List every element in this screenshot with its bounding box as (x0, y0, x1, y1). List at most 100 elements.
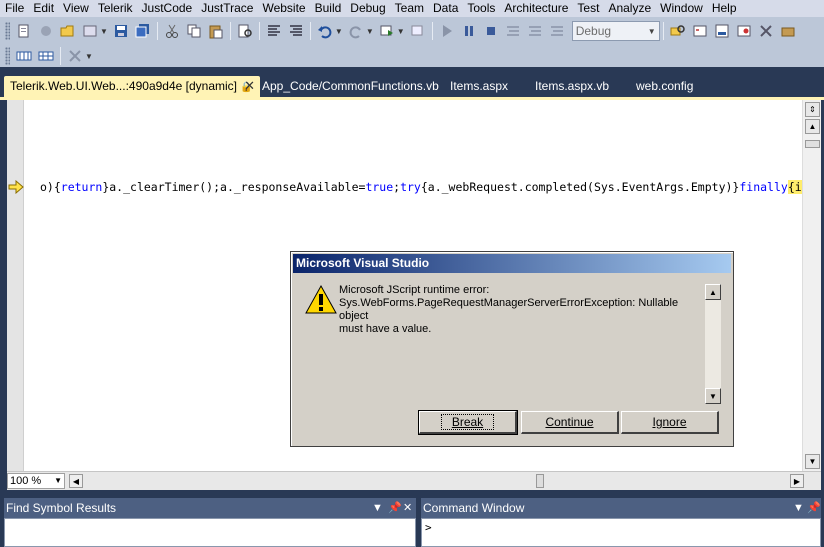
scroll-left-icon[interactable]: ◀ (69, 474, 83, 488)
current-statement-arrow-icon (8, 180, 24, 194)
scroll-right-icon[interactable]: ▶ (790, 474, 804, 488)
navigate-backward-icon[interactable] (377, 21, 397, 41)
menu-item-justtrace[interactable]: JustTrace (196, 0, 257, 17)
save-all-icon[interactable] (133, 21, 153, 41)
close-icon[interactable]: ✕ (403, 498, 412, 518)
redo-icon[interactable] (346, 21, 366, 41)
save-icon[interactable] (111, 21, 131, 41)
tab-items-aspx[interactable]: Items.aspx (444, 76, 514, 97)
break-all-icon[interactable] (459, 21, 479, 41)
chevron-down-icon[interactable]: ▼ (397, 27, 405, 36)
pin-icon[interactable]: 📌 (388, 498, 402, 518)
menu-item-window[interactable]: Window (655, 0, 707, 17)
menu-item-test[interactable]: Test (572, 0, 603, 17)
grid-icon[interactable] (36, 46, 56, 66)
configuration-value: Debug (575, 24, 612, 38)
properties-icon[interactable] (712, 21, 732, 41)
chevron-down-icon[interactable]: ▼ (85, 52, 93, 61)
find-symbol-results-body[interactable] (4, 518, 416, 547)
menu-item-data[interactable]: Data (428, 0, 462, 17)
break-button[interactable]: Break (418, 410, 518, 435)
scroll-up-icon[interactable]: ▲ (805, 119, 820, 134)
toolbar-separator (662, 22, 664, 40)
toolbox-icon[interactable] (756, 21, 776, 41)
comment-icon[interactable] (264, 21, 284, 41)
code-line[interactable]: o){return}a._clearTimer();a._responseAva… (40, 180, 802, 194)
stop-icon[interactable] (481, 21, 501, 41)
open-file-icon[interactable] (58, 21, 78, 41)
menu-item-team[interactable]: Team (390, 0, 428, 17)
menu-item-analyze[interactable]: Analyze (603, 0, 655, 17)
find-icon[interactable] (668, 21, 688, 41)
copy-icon[interactable] (184, 21, 204, 41)
find-in-files-icon[interactable] (235, 21, 255, 41)
menu-item-debug[interactable]: Debug (345, 0, 389, 17)
close-icon[interactable]: ✕ (244, 76, 255, 96)
scroll-up-icon[interactable]: ▲ (705, 284, 721, 300)
menu-item-telerik[interactable]: Telerik (93, 0, 137, 17)
new-project-icon[interactable] (14, 21, 34, 41)
ignore-button[interactable]: Ignore (621, 411, 719, 434)
toolbar-grip[interactable] (5, 22, 10, 40)
menu-item-view[interactable]: View (58, 0, 93, 17)
step-into-icon[interactable] (503, 21, 523, 41)
editor-vertical-scrollbar[interactable]: ⇕ ▲ ▼ (802, 100, 821, 471)
standard-toolbar: ▼ ▼ ▼ ▼ Debug ▼ (0, 17, 824, 45)
menu-item-build[interactable]: Build (310, 0, 346, 17)
continue-button[interactable]: Continue (521, 411, 619, 434)
chevron-down-icon[interactable]: ▼ (793, 498, 804, 518)
message-line: Microsoft JScript runtime error: (339, 284, 490, 296)
tab-web-config[interactable]: web.config (630, 76, 699, 97)
command-window-body[interactable]: > (421, 518, 821, 547)
menu-item-website[interactable]: Website (257, 0, 309, 17)
menu-item-file[interactable]: File (0, 0, 28, 17)
tab-items-aspx-vb[interactable]: Items.aspx.vb (529, 76, 615, 97)
layout-icon[interactable] (14, 46, 34, 66)
step-out-icon[interactable] (547, 21, 567, 41)
add-item-icon[interactable] (36, 21, 56, 41)
menu-item-tools[interactable]: Tools (462, 0, 499, 17)
uncomment-icon[interactable] (286, 21, 306, 41)
scroll-down-icon[interactable]: ▼ (805, 454, 820, 469)
object-browser-icon[interactable] (734, 21, 754, 41)
solution-icon[interactable] (80, 21, 100, 41)
continue-icon[interactable] (437, 21, 457, 41)
menu-item-architecture[interactable]: Architecture (499, 0, 572, 17)
chevron-down-icon[interactable]: ▼ (100, 27, 108, 36)
menu-item-edit[interactable]: Edit (28, 0, 58, 17)
message-scrollbar[interactable]: ▲ ▼ (705, 284, 721, 404)
chevron-down-icon[interactable]: ▼ (366, 27, 374, 36)
tools-icon[interactable] (65, 46, 85, 66)
scroll-thumb[interactable] (805, 140, 820, 148)
scroll-down-icon[interactable]: ▼ (705, 388, 721, 404)
navigate-forward-icon[interactable] (408, 21, 428, 41)
solution-configuration-select[interactable]: Debug ▼ (571, 21, 660, 41)
tab-common-functions[interactable]: App_Code/CommonFunctions.vb (256, 76, 445, 97)
toolbar-grip[interactable] (5, 47, 10, 65)
extension-manager-icon[interactable] (778, 21, 798, 41)
split-handle-icon[interactable]: ⇕ (805, 102, 820, 117)
horizontal-scroll-thumb[interactable] (536, 474, 544, 488)
chevron-down-icon[interactable]: ▼ (372, 498, 383, 518)
tab-label: App_Code/CommonFunctions.vb (262, 79, 439, 93)
chevron-down-icon[interactable]: ▼ (335, 27, 343, 36)
find-symbol-results-header[interactable]: Find Symbol Results ▼ 📌 ✕ (4, 498, 416, 518)
tab-label: Items.aspx.vb (535, 79, 610, 93)
paste-icon[interactable] (206, 21, 226, 41)
warning-icon (305, 284, 337, 314)
toolbar-separator (156, 22, 158, 40)
pin-icon[interactable]: 📌 (807, 498, 821, 518)
menu-item-help[interactable]: Help (707, 0, 741, 17)
error-message: Microsoft JScript runtime error: Sys.Web… (339, 284, 705, 404)
menu-bar: File Edit View Telerik JustCode JustTrace Webs… (0, 0, 824, 17)
solution-explorer-icon[interactable] (690, 21, 710, 41)
zoom-select[interactable]: 100 % ▼ (7, 473, 65, 489)
tab-telerik-script[interactable]: Telerik.Web.UI.Web...:490a9d4e [dynamic]… (4, 76, 260, 97)
command-window-header[interactable]: Command Window ▼ 📌 (421, 498, 821, 518)
cut-icon[interactable] (162, 21, 182, 41)
toolbar-separator (309, 22, 311, 40)
indicator-margin[interactable] (7, 100, 24, 471)
undo-icon[interactable] (315, 21, 335, 41)
menu-item-justcode[interactable]: JustCode (137, 0, 197, 17)
step-over-icon[interactable] (525, 21, 545, 41)
